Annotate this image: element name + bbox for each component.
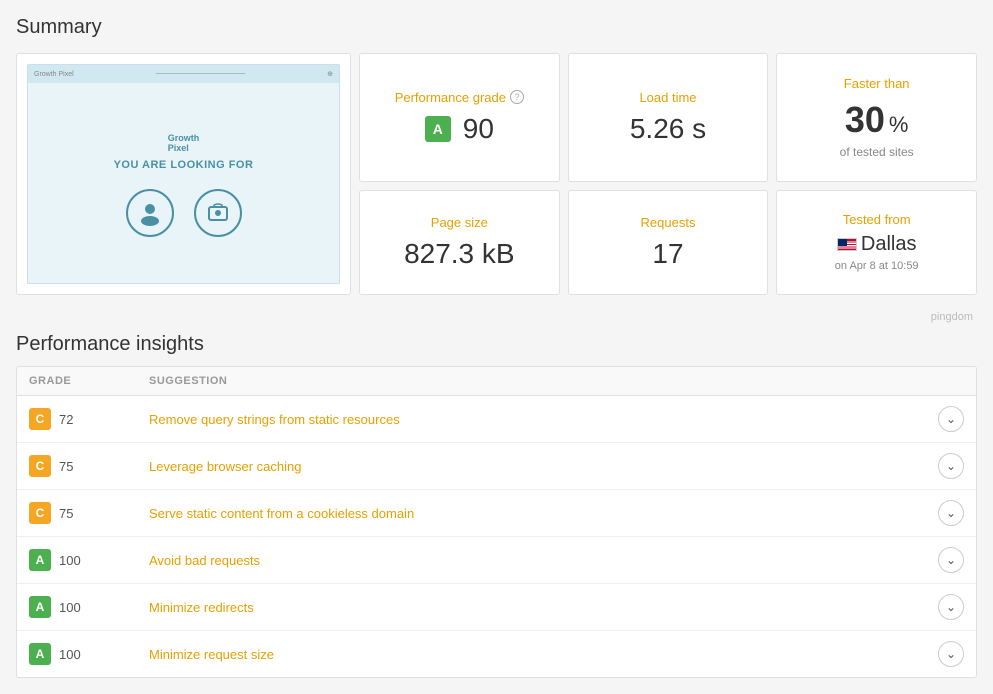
- suggestion-text[interactable]: Serve static content from a cookieless d…: [149, 506, 924, 521]
- faster-than-sublabel: of tested sites: [840, 145, 914, 159]
- summary-grid: Growth Pixel ────────────────── ⊕ Growth…: [16, 53, 977, 295]
- grade-letter: C: [29, 455, 51, 477]
- expand-button[interactable]: ⌄: [938, 641, 964, 667]
- insight-row: A 100 Avoid bad requests ⌄: [17, 537, 976, 584]
- pingdom-credit: pingdom: [16, 311, 977, 323]
- screenshot-icon-1: [126, 189, 174, 237]
- expand-button[interactable]: ⌄: [938, 453, 964, 479]
- grade-col: A 100: [29, 643, 149, 665]
- load-time-label: Load time: [639, 90, 696, 105]
- insight-row: A 100 Minimize request size ⌄: [17, 631, 976, 677]
- grade-badge: A: [425, 116, 451, 142]
- header-suggestion: SUGGESTION: [149, 375, 924, 387]
- suggestion-text[interactable]: Remove query strings from static resourc…: [149, 412, 924, 427]
- insight-row: C 72 Remove query strings from static re…: [17, 396, 976, 443]
- insight-row: A 100 Minimize redirects ⌄: [17, 584, 976, 631]
- faster-than-value: 30 %: [845, 99, 909, 141]
- tested-from-label: Tested from: [843, 212, 911, 227]
- page-size-value: 827.3 kB: [404, 238, 515, 270]
- performance-grade-label: Performance grade ?: [395, 90, 524, 105]
- us-flag-icon: [837, 238, 857, 251]
- score-value: 75: [59, 459, 73, 474]
- score-value: 100: [59, 553, 81, 568]
- screenshot-headline: YOU ARE LOOKING FOR: [114, 159, 254, 171]
- faster-than-label: Faster than: [844, 76, 910, 91]
- summary-title: Summary: [16, 16, 977, 39]
- score-value: 75: [59, 506, 73, 521]
- tested-from-city: Dallas: [837, 233, 917, 256]
- page-size-label: Page size: [431, 215, 488, 230]
- screenshot-card: Growth Pixel ────────────────── ⊕ Growth…: [16, 53, 351, 295]
- grade-letter: C: [29, 502, 51, 524]
- tested-from-card: Tested from Dallas on Apr 8 at 10:59: [776, 190, 977, 296]
- suggestion-text[interactable]: Avoid bad requests: [149, 553, 924, 568]
- expand-button[interactable]: ⌄: [938, 406, 964, 432]
- insights-table: GRADE SUGGESTION C 72 Remove query strin…: [16, 366, 977, 678]
- requests-label: Requests: [641, 215, 696, 230]
- expand-button[interactable]: ⌄: [938, 594, 964, 620]
- insights-rows: C 72 Remove query strings from static re…: [17, 396, 976, 677]
- insight-row: C 75 Serve static content from a cookiel…: [17, 490, 976, 537]
- requests-value: 17: [652, 238, 683, 270]
- help-icon[interactable]: ?: [510, 90, 524, 104]
- suggestion-text[interactable]: Minimize redirects: [149, 600, 924, 615]
- insight-row: C 75 Leverage browser caching ⌄: [17, 443, 976, 490]
- tested-from-date: on Apr 8 at 10:59: [835, 260, 919, 272]
- faster-than-card: Faster than 30 % of tested sites: [776, 53, 977, 182]
- grade-col: A 100: [29, 549, 149, 571]
- score-value: 72: [59, 412, 73, 427]
- grade-letter: C: [29, 408, 51, 430]
- grade-letter: A: [29, 643, 51, 665]
- load-time-value: 5.26 s: [630, 113, 706, 145]
- page: Summary Growth Pixel ────────────────── …: [0, 0, 993, 694]
- screenshot-logo: GrowthPixel: [168, 133, 200, 153]
- grade-letter: A: [29, 549, 51, 571]
- page-size-card: Page size 827.3 kB: [359, 190, 560, 296]
- screenshot-icon-2: [194, 189, 242, 237]
- insights-header: GRADE SUGGESTION: [17, 367, 976, 396]
- performance-grade-card: Performance grade ? A 90: [359, 53, 560, 182]
- grade-col: C 75: [29, 502, 149, 524]
- grade-col: C 75: [29, 455, 149, 477]
- requests-card: Requests 17: [568, 190, 769, 296]
- insights-section: Performance insights GRADE SUGGESTION C …: [16, 333, 977, 678]
- insights-title: Performance insights: [16, 333, 977, 356]
- load-time-card: Load time 5.26 s: [568, 53, 769, 182]
- screenshot-icons: [126, 189, 242, 237]
- performance-grade-value: A 90: [425, 113, 494, 145]
- expand-button[interactable]: ⌄: [938, 500, 964, 526]
- suggestion-text[interactable]: Minimize request size: [149, 647, 924, 662]
- score-value: 100: [59, 600, 81, 615]
- grade-col: C 72: [29, 408, 149, 430]
- header-grade: GRADE: [29, 375, 149, 387]
- expand-button[interactable]: ⌄: [938, 547, 964, 573]
- screenshot-topbar: Growth Pixel ────────────────── ⊕: [28, 65, 339, 83]
- suggestion-text[interactable]: Leverage browser caching: [149, 459, 924, 474]
- screenshot-preview: Growth Pixel ────────────────── ⊕ Growth…: [27, 64, 340, 284]
- score-value: 100: [59, 647, 81, 662]
